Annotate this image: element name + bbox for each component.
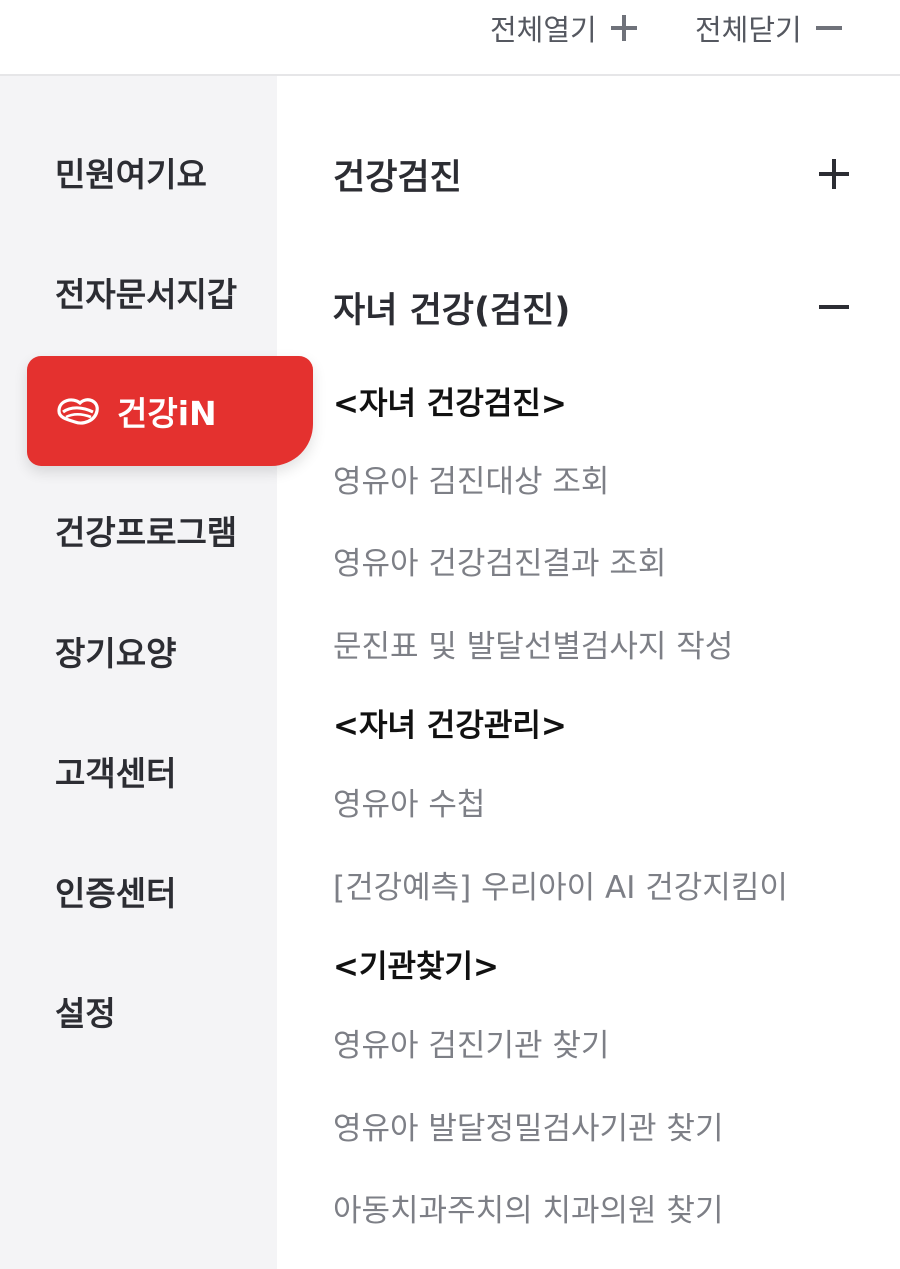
sidebar-item-e-document-wallet[interactable]: 전자문서지갑	[55, 262, 237, 322]
section-title: 자녀 건강(검진)	[333, 290, 571, 331]
collapse-all-button[interactable]: 전체닫기	[695, 8, 842, 48]
sidebar-item-label: 전자문서지갑	[55, 275, 238, 314]
expand-all-label: 전체열기	[490, 13, 597, 47]
section-title: 건강검진	[333, 157, 462, 198]
sidebar-item-settings[interactable]: 설정	[55, 981, 116, 1041]
sidebar-item-customer-center[interactable]: 고객센터	[55, 741, 176, 801]
sidebar-item-health-in[interactable]: 건강iN	[27, 356, 313, 466]
sidebar-item-label: 장기요양	[55, 634, 177, 673]
sidebar-item-auth-center[interactable]: 인증센터	[55, 861, 176, 921]
link-questionnaire[interactable]: 문진표 및 발달선별검사지 작성	[333, 621, 733, 666]
link-ai-health-guardian[interactable]: [건강예측] 우리아이 AI 건강지킴이	[333, 862, 788, 907]
health-in-logo-icon	[57, 398, 99, 425]
sidebar-item-label: 설정	[55, 994, 116, 1033]
sidebar-item-label: 건강프로그램	[55, 513, 238, 552]
group-title-find-institution: <기관찾기>	[333, 949, 500, 985]
sidebar-item-civil-petitions[interactable]: 민원여기요	[55, 142, 207, 202]
link-infant-checkup-target[interactable]: 영유아 검진대상 조회	[333, 456, 609, 501]
sidebar-item-label: 건강iN	[117, 394, 217, 433]
sidebar-item-health-program[interactable]: 건강프로그램	[55, 500, 237, 560]
link-find-checkup-institution[interactable]: 영유아 검진기관 찾기	[333, 1020, 609, 1065]
sidebar-item-label: 민원여기요	[55, 155, 207, 194]
sidebar-item-long-term-care[interactable]: 장기요양	[55, 621, 176, 681]
section-child-health[interactable]: 자녀 건강(검진)	[333, 277, 849, 337]
link-find-dental-clinic[interactable]: 아동치과주치의 치과의원 찾기	[333, 1185, 723, 1230]
link-infant-checkup-result[interactable]: 영유아 건강검진결과 조회	[333, 538, 666, 583]
link-infant-handbook[interactable]: 영유아 수첩	[333, 779, 485, 824]
collapse-icon[interactable]	[819, 292, 849, 322]
link-find-development-institution[interactable]: 영유아 발달정밀검사기관 찾기	[333, 1103, 723, 1148]
minus-icon	[815, 15, 842, 41]
group-title-child-care: <자녀 건강관리>	[333, 708, 567, 744]
top-bar: 전체열기 전체닫기	[0, 0, 900, 76]
plus-icon	[610, 15, 637, 41]
sidebar-item-label: 인증센터	[55, 874, 177, 913]
section-health-checkup[interactable]: 건강검진	[333, 144, 849, 204]
sidebar-item-label: 고객센터	[55, 754, 177, 793]
menu-panel: 건강검진 자녀 건강(검진) <자녀 건강검진> 영유아 검진대상 조회 영유아…	[277, 76, 900, 1269]
group-title-child-checkup: <자녀 건강검진>	[333, 386, 567, 422]
expand-all-button[interactable]: 전체열기	[490, 8, 637, 48]
collapse-all-label: 전체닫기	[695, 13, 802, 47]
expand-icon[interactable]	[819, 159, 849, 189]
